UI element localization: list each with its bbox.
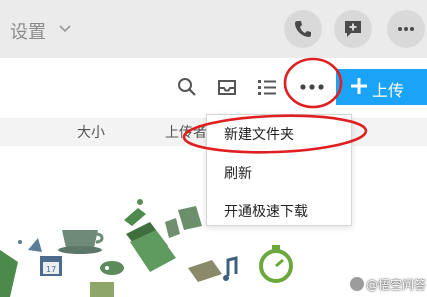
more-button[interactable]: [387, 10, 425, 48]
upload-label: 上传: [372, 81, 405, 100]
watermark-text: @悟空问答: [366, 278, 427, 292]
list-view-icon[interactable]: [256, 76, 278, 98]
svg-text:17: 17: [46, 265, 56, 274]
upload-button[interactable]: 上传: [336, 69, 427, 105]
menu-item-refresh[interactable]: 刷新: [224, 163, 252, 183]
page-title[interactable]: 设置: [10, 18, 46, 44]
plus-icon: [351, 78, 367, 94]
add-message-icon: [345, 21, 361, 37]
inbox-icon[interactable]: [216, 76, 238, 98]
watermark-logo: [350, 277, 364, 291]
phone-button[interactable]: [284, 10, 322, 48]
chevron-down-icon[interactable]: [57, 22, 73, 36]
annotation-circle-more: [283, 57, 343, 109]
search-icon[interactable]: [176, 76, 198, 98]
more-horizontal-icon: [398, 27, 414, 31]
phone-icon: [295, 21, 311, 37]
annotation-circle-new-folder: [182, 114, 368, 154]
add-message-button[interactable]: [334, 10, 372, 48]
menu-item-fast-download[interactable]: 开通极速下载: [224, 201, 308, 221]
column-size[interactable]: 大小: [77, 122, 105, 142]
